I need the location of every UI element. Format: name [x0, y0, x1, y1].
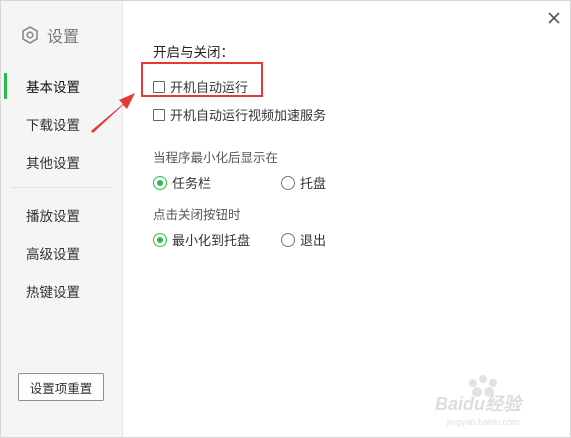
radio-tray[interactable]: 托盘	[281, 173, 326, 192]
sidebar-item-hotkey[interactable]: 热键设置	[1, 276, 122, 306]
reset-settings-button[interactable]: 设置项重置	[18, 373, 104, 401]
sidebar-divider	[11, 187, 112, 188]
sidebar-item-label: 播放设置	[26, 209, 80, 225]
minimize-group-label: 当程序最小化后显示在	[153, 150, 279, 165]
red-arrow-icon	[91, 93, 135, 133]
settings-window: 设置 基本设置 下载设置 其他设置 播放设置 高级设置 热键设置 设置项重置 开…	[0, 0, 571, 438]
radio-minimize-label: 最小化到托盘	[172, 234, 251, 249]
startup-checkbox[interactable]: 开机自动运行	[153, 77, 248, 96]
sidebar-item-label: 热键设置	[26, 285, 80, 301]
watermark-text: Baidu经验	[435, 394, 524, 414]
sidebar-item-label: 高级设置	[26, 247, 80, 263]
sidebar-item-label: 其他设置	[26, 156, 80, 172]
sidebar: 设置 基本设置 下载设置 其他设置 播放设置 高级设置 热键设置 设置项重置	[1, 1, 123, 437]
radio-button[interactable]	[281, 232, 295, 247]
radio-exit-label: 退出	[300, 234, 327, 249]
watermark-sub: jingyan.baidu.com	[446, 417, 520, 427]
startup-checkbox-label: 开机自动运行	[170, 81, 249, 96]
radio-taskbar[interactable]: 任务栏	[153, 173, 211, 192]
radio-minimize-to-tray[interactable]: 最小化到托盘	[153, 230, 250, 249]
sidebar-item-other[interactable]: 其他设置	[1, 147, 122, 177]
radio-exit[interactable]: 退出	[281, 230, 326, 249]
radio-tray-label: 托盘	[300, 177, 327, 192]
radio-taskbar-label: 任务栏	[172, 177, 212, 192]
radio-button-checked[interactable]	[153, 175, 167, 190]
accelerate-checkbox-label: 开机自动运行视频加速服务	[170, 109, 327, 124]
close-group-label: 点击关闭按钮时	[153, 207, 241, 222]
checkbox-box[interactable]	[153, 108, 165, 121]
sidebar-item-label: 基本设置	[26, 80, 80, 96]
checkbox-box[interactable]	[153, 80, 165, 93]
sidebar-brand: 设置	[21, 23, 79, 47]
sidebar-title: 设置	[47, 27, 80, 46]
sidebar-item-label: 下载设置	[26, 118, 80, 134]
baidu-watermark: Baidu经验 jingyan.baidu.com	[435, 375, 524, 427]
close-icon[interactable]	[545, 9, 563, 27]
radio-button[interactable]	[281, 175, 295, 190]
settings-hexagon-icon	[22, 26, 38, 44]
accelerate-service-checkbox[interactable]: 开机自动运行视频加速服务	[153, 105, 326, 124]
section-title: 开启与关闭：	[153, 45, 234, 61]
sidebar-item-playback[interactable]: 播放设置	[1, 200, 122, 230]
sidebar-item-advanced[interactable]: 高级设置	[1, 238, 122, 268]
radio-button-checked[interactable]	[153, 232, 167, 247]
